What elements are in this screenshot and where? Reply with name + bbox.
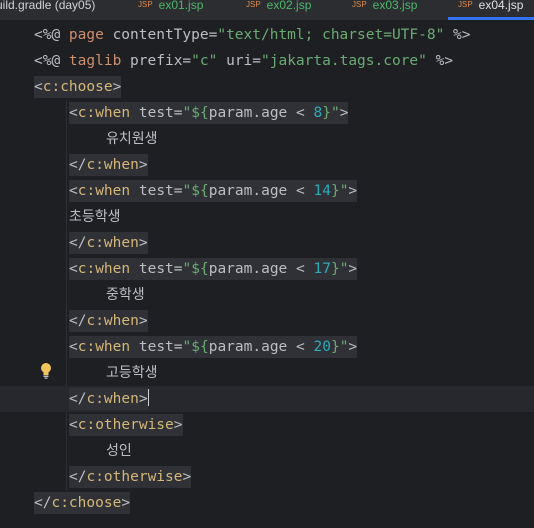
el-number: 20 xyxy=(313,339,331,355)
lightbulb-icon[interactable] xyxy=(40,362,52,380)
attribute-name: uri= xyxy=(217,53,262,69)
el-expression: param.age < xyxy=(208,105,314,121)
tag-name: c:when xyxy=(77,183,131,199)
tab-label: ex04.jsp xyxy=(478,0,524,12)
code-line-14[interactable]: 고등학생 xyxy=(0,360,534,386)
directive-keyword: page xyxy=(68,27,104,43)
quote: " xyxy=(330,105,340,121)
code-line-2[interactable]: <%@ taglib prefix="c" uri="jakarta.tags.… xyxy=(0,48,534,74)
jsp-file-icon: JSP xyxy=(352,0,367,9)
tag-name: c:choose xyxy=(51,495,122,511)
directive-open: <%@ xyxy=(34,27,69,43)
body-text: 성인 xyxy=(106,443,132,459)
el-expression: param.age < xyxy=(208,261,314,277)
tab-label: uild.gradle (day05) xyxy=(0,0,96,12)
attribute-name: test= xyxy=(130,339,183,355)
el-expression: param.age < xyxy=(208,339,314,355)
attribute-value: "c" xyxy=(191,53,218,69)
el-open: ${ xyxy=(191,261,209,277)
tag-name: c:when xyxy=(86,313,139,329)
text-caret xyxy=(147,389,150,406)
code-line-15-current[interactable]: </c:when> xyxy=(0,386,534,412)
attribute-name: test= xyxy=(130,261,183,277)
el-number: 14 xyxy=(313,183,331,199)
code-line-11[interactable]: 중학생 xyxy=(0,282,534,308)
tag-name: c:when xyxy=(77,261,131,277)
directive-open: <%@ xyxy=(34,53,69,69)
tab-ex03[interactable]: JSP ex03.jsp xyxy=(352,0,417,16)
directive-close: %> xyxy=(426,53,454,69)
attribute-name: test= xyxy=(130,183,183,199)
code-line-5[interactable]: 유치원생 xyxy=(0,126,534,152)
el-open: ${ xyxy=(191,105,209,121)
tag-name: c:when xyxy=(86,391,139,407)
el-open: ${ xyxy=(191,183,209,199)
attribute-value: "jakarta.tags.core" xyxy=(261,53,427,69)
code-line-17[interactable]: 성인 xyxy=(0,438,534,464)
body-text: 고등학생 xyxy=(106,365,158,381)
el-close: } xyxy=(330,183,340,199)
tag-name: c:when xyxy=(77,339,131,355)
tag-name: c:when xyxy=(77,105,131,121)
code-line-8[interactable]: 초등학생 xyxy=(0,204,534,230)
tab-ex04[interactable]: JSP ex04.jsp xyxy=(458,0,523,16)
jsp-file-icon: JSP xyxy=(458,0,473,9)
tab-label: ex03.jsp xyxy=(372,0,418,12)
body-text: 중학생 xyxy=(106,287,145,303)
editor-tab-bar: uild.gradle (day05) JSP ex01.jsp JSP ex02.… xyxy=(0,0,534,20)
tag-name: c:choose xyxy=(42,79,113,95)
code-line-9[interactable]: </c:when> xyxy=(0,230,534,256)
body-text: 유치원생 xyxy=(106,131,158,147)
code-line-13[interactable]: <c:when test="${param.age < 20}"> xyxy=(0,334,534,360)
el-close: } xyxy=(330,339,340,355)
quote: " xyxy=(182,339,192,355)
el-number: 17 xyxy=(313,261,331,277)
code-line-1[interactable]: <%@ page contentType="text/html; charset… xyxy=(0,22,534,48)
jsp-file-icon: JSP xyxy=(246,0,261,9)
directive-close: %> xyxy=(444,27,471,43)
code-line-10[interactable]: <c:when test="${param.age < 17}"> xyxy=(0,256,534,282)
tab-ex01[interactable]: JSP ex01.jsp xyxy=(138,0,203,16)
code-line-16[interactable]: <c:otherwise> xyxy=(0,412,534,438)
el-close: } xyxy=(322,105,331,121)
code-line-3[interactable]: <c:choose> xyxy=(0,74,534,100)
el-open: ${ xyxy=(191,339,209,355)
tag-name: c:otherwise xyxy=(77,417,174,433)
attribute-name: test= xyxy=(130,105,183,121)
el-expression: param.age < xyxy=(208,183,314,199)
el-number: 8 xyxy=(313,105,323,121)
code-line-6[interactable]: </c:when> xyxy=(0,152,534,178)
tab-label: ex01.jsp xyxy=(158,0,204,12)
quote: " xyxy=(182,261,192,277)
body-text: 초등학생 xyxy=(69,209,121,225)
tag-name: c:otherwise xyxy=(86,469,183,485)
code-line-19[interactable]: </c:choose> xyxy=(0,490,534,516)
tag-name: c:when xyxy=(86,235,139,251)
directive-keyword: taglib xyxy=(68,53,122,69)
quote: " xyxy=(182,183,192,199)
quote: " xyxy=(182,105,192,121)
attribute-value: "text/html; charset=UTF-8" xyxy=(217,27,445,43)
attribute-name: contentType= xyxy=(103,27,218,43)
code-line-7[interactable]: <c:when test="${param.age < 14}"> xyxy=(0,178,534,204)
tab-build-gradle[interactable]: uild.gradle (day05) xyxy=(0,0,95,16)
jsp-file-icon: JSP xyxy=(138,0,153,9)
tab-ex02[interactable]: JSP ex02.jsp xyxy=(246,0,311,16)
code-line-4[interactable]: <c:when test="${param.age < 8}"> xyxy=(0,100,534,126)
el-close: } xyxy=(330,261,340,277)
code-line-18[interactable]: </c:otherwise> xyxy=(0,464,534,490)
attribute-name: prefix= xyxy=(121,53,192,69)
tab-label: ex02.jsp xyxy=(266,0,312,12)
code-line-12[interactable]: </c:when> xyxy=(0,308,534,334)
tag-name: c:when xyxy=(86,157,139,173)
